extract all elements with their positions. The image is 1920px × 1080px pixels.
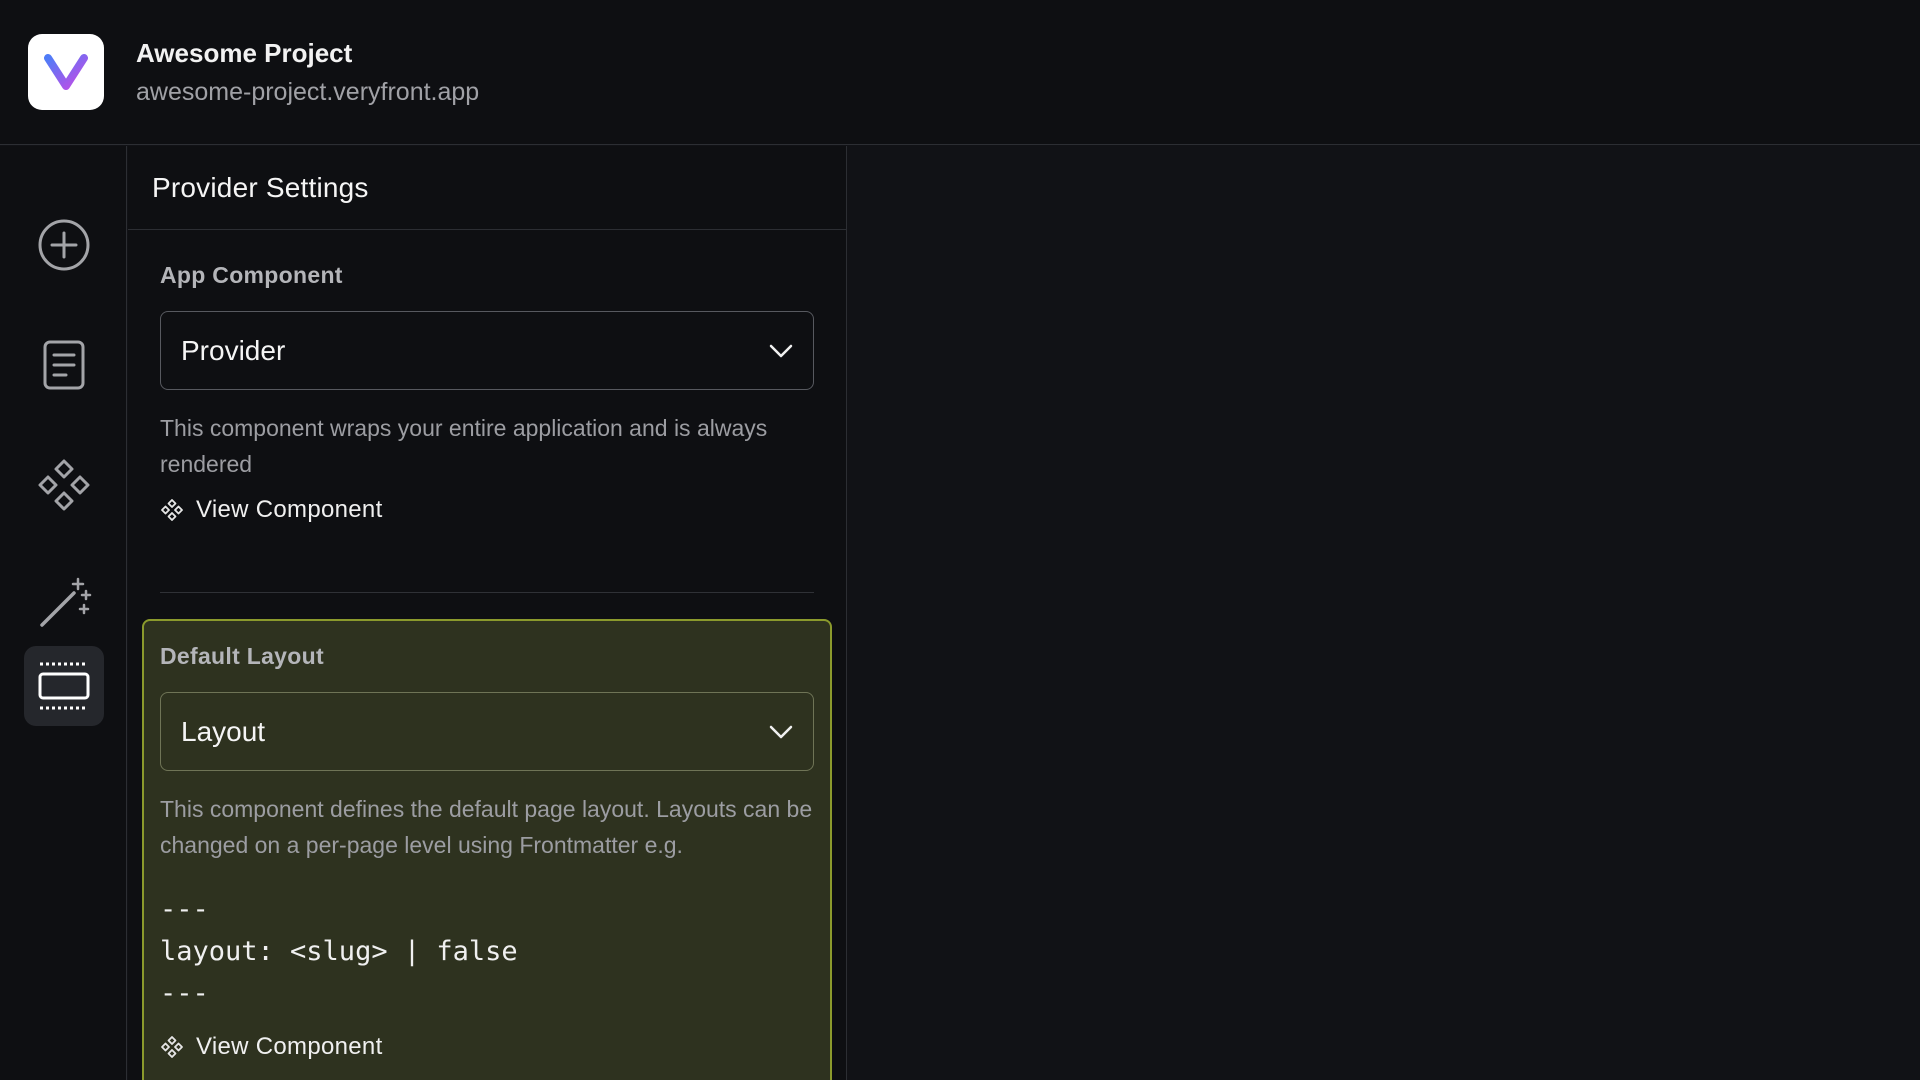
app-component-description: This component wraps your entire applica… [160,415,768,477]
project-title: Awesome Project [136,38,353,68]
panel-header: Provider Settings [128,146,846,230]
view-component-label: View Component [196,496,383,523]
document-icon [43,340,85,390]
default-layout-select[interactable]: Layout [160,692,814,771]
rail-item-magic[interactable] [24,563,104,643]
components-icon [38,459,90,511]
view-component-label: View Component [196,1033,383,1060]
default-layout-select-value: Layout [181,715,266,747]
rail-item-layout[interactable] [24,646,104,726]
main-canvas [848,146,1920,1080]
app-component-select-value: Provider [181,334,286,366]
left-rail [0,146,127,1080]
app-component-section: App Component Provider This component wr… [160,262,814,524]
frontmatter-code-example: --- layout: <slug> | false --- [160,894,518,1009]
components-icon [161,499,183,521]
default-layout-highlight: Default Layout Layout This component def… [142,619,832,1080]
section-divider [160,592,814,593]
veryfront-logo-icon [44,54,88,90]
app-component-label: App Component [160,262,343,288]
magic-wand-icon [40,577,92,627]
rail-item-components[interactable] [24,445,104,525]
project-url[interactable]: awesome-project.veryfront.app [136,78,479,107]
app-logo[interactable] [28,34,104,110]
app-component-select[interactable]: Provider [160,311,814,390]
add-circle-icon [38,219,90,271]
panel-title: Provider Settings [152,171,369,203]
chevron-down-icon [769,725,793,738]
rail-item-add[interactable] [24,205,104,285]
top-header: Awesome Project awesome-project.veryfron… [0,0,1920,145]
view-component-link[interactable]: View Component [160,496,814,524]
chevron-down-icon [769,344,793,357]
default-layout-description: This component defines the default page … [160,796,813,858]
view-component-link[interactable]: View Component [160,1033,814,1061]
provider-settings-panel: Provider Settings App Component Provider… [128,146,847,1080]
components-icon [161,1036,183,1058]
rail-item-pages[interactable] [24,325,104,405]
default-layout-label: Default Layout [160,643,324,669]
default-layout-section: Default Layout Layout This component def… [160,643,814,1061]
layout-icon [38,662,90,710]
